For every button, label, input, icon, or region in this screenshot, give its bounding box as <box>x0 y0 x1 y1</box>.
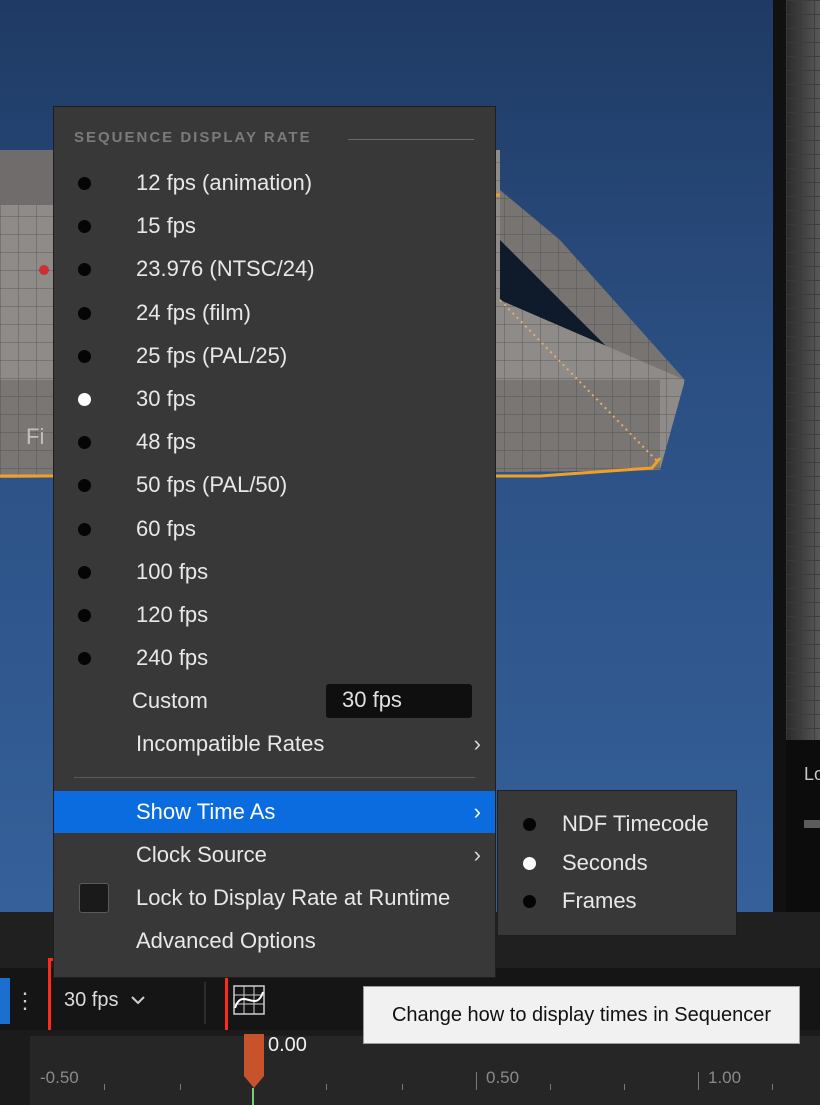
menu-item-label: Advanced Options <box>136 928 316 953</box>
custom-label: Custom <box>132 688 208 713</box>
rate-option[interactable]: 15 fps <box>54 205 495 247</box>
custom-rate-input[interactable]: 30 fps <box>326 684 472 718</box>
more-options-icon[interactable]: ⋮ <box>14 984 36 1018</box>
radio-unselected-icon <box>78 263 91 277</box>
rate-option-label: 48 fps <box>136 429 196 455</box>
tick-mark <box>698 1072 699 1090</box>
tick-label: 0.50 <box>486 1068 520 1087</box>
time-format-label: Seconds <box>562 849 648 875</box>
menu-item-incompatible-rates[interactable]: Incompatible Rates › <box>54 723 495 765</box>
floor-label: Fi <box>26 424 45 449</box>
time-format-option[interactable]: Seconds <box>498 844 736 882</box>
section-rule-wrap <box>74 129 475 149</box>
panel-bar <box>804 820 820 828</box>
rate-option-label: 12 fps (animation) <box>136 170 313 195</box>
time-format-option[interactable]: NDF Timecode <box>498 805 736 843</box>
radio-unselected-icon <box>78 306 91 320</box>
rate-option[interactable]: 23.976 (NTSC/24) <box>54 248 495 290</box>
rate-option-label: 60 fps <box>136 515 196 541</box>
radio-unselected-icon <box>78 436 91 450</box>
menu-item-label: Incompatible Rates <box>136 731 325 756</box>
rate-option-label: 100 fps <box>136 558 209 584</box>
tooltip: Change how to display times in Sequencer <box>363 986 800 1044</box>
tick-label: 1.00 <box>708 1068 742 1087</box>
playhead-handle[interactable] <box>242 1034 266 1088</box>
display-rate-value: 30 fps <box>64 988 119 1011</box>
radio-unselected-icon <box>78 177 91 190</box>
toolbar-separator <box>204 982 206 1024</box>
tick-mark <box>476 1072 477 1090</box>
details-panel: Lo <box>786 740 820 912</box>
viewport-splitter[interactable] <box>773 0 786 912</box>
tick-mark <box>772 1084 773 1090</box>
rate-option[interactable]: 240 fps <box>54 637 495 679</box>
radio-unselected-icon <box>78 220 91 234</box>
playhead-line <box>252 1088 254 1105</box>
menu-item-label: Clock Source <box>136 842 267 867</box>
rate-option[interactable]: 50 fps (PAL/50) <box>54 464 495 506</box>
chevron-right-icon: › <box>473 799 481 824</box>
rate-option[interactable]: 24 fps (film) <box>54 292 495 334</box>
rate-option-label: 50 fps (PAL/50) <box>136 472 288 498</box>
chevron-down-icon <box>130 992 146 1008</box>
tick-mark <box>402 1084 403 1090</box>
playhead-time: 0.00 <box>268 1034 307 1056</box>
rate-option[interactable]: 60 fps <box>54 508 495 550</box>
rate-option-label: 30 fps <box>136 386 196 411</box>
chevron-right-icon: › <box>473 731 481 756</box>
rate-option[interactable]: 25 fps (PAL/25) <box>54 335 495 377</box>
radio-selected-icon <box>78 393 91 406</box>
radio-unselected-icon <box>78 652 91 666</box>
radio-unselected-icon <box>78 349 91 363</box>
rate-option-label: 23.976 (NTSC/24) <box>136 256 315 282</box>
time-format-option[interactable]: Frames <box>498 882 736 920</box>
tick-mark <box>104 1084 105 1090</box>
rate-option-label: 15 fps <box>136 213 196 239</box>
menu-item-clock-source[interactable]: Clock Source › <box>54 834 495 876</box>
secondary-viewport[interactable] <box>786 0 820 740</box>
menu-item-custom: Custom 30 fps <box>54 680 495 722</box>
rate-option-label: 240 fps <box>136 645 209 671</box>
menu-item-show-time-as[interactable]: Show Time As › <box>54 791 495 833</box>
panel-label: Lo <box>804 764 820 784</box>
tick-mark <box>326 1084 327 1090</box>
menu-divider <box>74 777 475 778</box>
rate-option[interactable]: 12 fps (animation) <box>54 162 495 204</box>
rate-option[interactable]: 100 fps <box>54 551 495 593</box>
active-tab-indicator <box>0 978 10 1024</box>
menu-item-label: Show Time As <box>136 799 276 824</box>
menu-item-label: Lock to Display Rate at Runtime <box>136 885 451 910</box>
timeline-track <box>30 1036 820 1105</box>
tick-label: -0.50 <box>40 1068 79 1087</box>
radio-unselected-icon <box>78 565 91 579</box>
show-time-as-submenu: NDF Timecode Seconds Frames <box>497 790 737 936</box>
display-rate-menu: SEQUENCE DISPLAY RATE 12 fps (animation)… <box>53 106 496 978</box>
radio-unselected-icon <box>78 522 91 536</box>
radio-unselected-icon <box>78 609 91 622</box>
tick-mark <box>180 1084 181 1090</box>
rate-option[interactable]: 30 fps <box>54 378 495 420</box>
radio-unselected-icon <box>78 479 91 493</box>
time-format-label: NDF Timecode <box>562 811 709 836</box>
lock-checkbox[interactable] <box>79 883 109 913</box>
menu-item-advanced-options[interactable]: Advanced Options <box>54 920 495 962</box>
rate-option[interactable]: 120 fps <box>54 594 495 636</box>
section-rule <box>348 139 474 140</box>
radio-unselected-icon <box>523 895 536 908</box>
chevron-right-icon: › <box>473 842 481 867</box>
curve-editor-icon[interactable] <box>232 984 266 1016</box>
radio-unselected-icon <box>523 818 536 831</box>
tick-mark <box>624 1084 625 1090</box>
time-format-label: Frames <box>562 888 637 913</box>
tick-mark <box>550 1084 551 1090</box>
rate-option-label: 25 fps (PAL/25) <box>136 342 288 368</box>
rate-option[interactable]: 48 fps <box>54 421 495 463</box>
display-rate-dropdown[interactable]: 30 fps <box>56 980 206 1020</box>
radio-selected-icon <box>523 856 536 870</box>
menu-item-lock-display-rate[interactable]: Lock to Display Rate at Runtime <box>54 877 495 919</box>
rate-option-label: 120 fps <box>136 602 209 627</box>
rate-option-label: 24 fps (film) <box>136 299 251 325</box>
